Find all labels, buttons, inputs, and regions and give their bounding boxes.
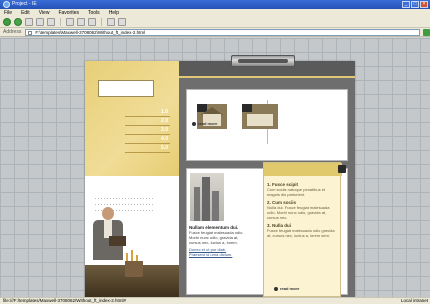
stop-icon[interactable]: [25, 18, 33, 26]
person-head: [102, 207, 114, 220]
website-template: 1.0 2.0 3.0 4.0 5.0 read more Nullam ele…: [85, 55, 355, 297]
article-link-2[interactable]: Praesent id urna dictum.: [189, 252, 245, 257]
back-icon[interactable]: [3, 18, 11, 26]
search-icon[interactable]: [66, 18, 74, 26]
toolbar-separator: [60, 18, 61, 26]
note-item-2: 2. Cum sociis Nulla dui. Fusce feugiat m…: [267, 200, 330, 220]
refresh-icon[interactable]: [36, 18, 44, 26]
page-viewport[interactable]: 1.0 2.0 3.0 4.0 5.0 read more Nullam ele…: [0, 38, 430, 297]
menu-tools[interactable]: Tools: [88, 9, 100, 17]
businessman-photo: [85, 205, 179, 297]
main-nav: 1.0 2.0 3.0 4.0 5.0: [125, 108, 170, 153]
article: Nullam elementum dui. Fusce feugiat male…: [189, 225, 245, 257]
read-more-link-2[interactable]: read more: [274, 286, 299, 291]
menu-file[interactable]: File: [4, 9, 12, 17]
maximize-button[interactable]: □: [411, 1, 419, 8]
article-body: Fusce feugiat malesuada odio. Morbi nunc…: [189, 230, 244, 245]
skyscraper-photo: [190, 173, 224, 221]
note-body: 1. Fusce scipit Cum sociis natoque penat…: [267, 182, 339, 241]
status-text: file:///F:/templates/Maxwell-3708062/Wit…: [3, 298, 127, 303]
history-icon[interactable]: [88, 18, 96, 26]
minimize-button[interactable]: _: [402, 1, 410, 8]
ie-icon: [3, 1, 10, 8]
nav-item-2[interactable]: 2.0: [125, 117, 170, 126]
menu-favorites[interactable]: Favorites: [58, 9, 79, 17]
read-more-link-1[interactable]: read more: [192, 121, 217, 126]
status-bar: file:///F:/templates/Maxwell-3708062/Wit…: [0, 297, 430, 304]
address-bar: Address F:\templates\Maxwell-3708062\Wit…: [0, 28, 430, 37]
cup: [125, 261, 143, 277]
toolbar-separator: [101, 18, 102, 26]
left-header: 1.0 2.0 3.0 4.0 5.0: [85, 61, 179, 176]
menu-view[interactable]: View: [39, 9, 50, 17]
clipboard-clip: [231, 55, 295, 67]
header-stripe: [179, 76, 355, 78]
article-links: Donec et ut pur diab. Praesent id urna d…: [189, 247, 245, 257]
right-column: read more Nullam elementum dui. Fusce fe…: [179, 55, 355, 297]
note-item-3: 3. Nulla dui Fusce feugiat malesuada odi…: [267, 223, 335, 238]
sticky-note: 1. Fusce scipit Cum sociis natoque penat…: [263, 162, 346, 297]
read-more-label: read more: [280, 286, 300, 291]
address-label: Address: [3, 29, 22, 35]
go-button[interactable]: [423, 28, 430, 36]
book: [109, 236, 126, 246]
logo-box: [98, 80, 154, 97]
mail-icon[interactable]: [107, 18, 115, 26]
favorites-icon[interactable]: [77, 18, 85, 26]
note-item-1: 1. Fusce scipit Cum sociis natoque penat…: [267, 182, 326, 197]
arrow-icon: [274, 286, 278, 291]
zone-indicator: Local intranet: [400, 298, 428, 303]
menu-bar: File Edit View Favorites Tools Help: [0, 9, 430, 17]
menu-help[interactable]: Help: [109, 9, 119, 17]
binder-clip-icon: [338, 165, 346, 173]
home-icon[interactable]: [47, 18, 55, 26]
address-value: F:\templates\Maxwell-3708062\Without_ft_…: [35, 29, 146, 35]
browser-toolbar: [0, 17, 430, 28]
page-icon: [28, 30, 33, 35]
house-photo-2[interactable]: [242, 104, 278, 129]
nav-item-5[interactable]: 5.0: [125, 144, 170, 153]
left-column: 1.0 2.0 3.0 4.0 5.0: [85, 61, 179, 297]
arrow-icon: [192, 121, 196, 126]
address-input[interactable]: F:\templates\Maxwell-3708062\Without_ft_…: [25, 28, 421, 36]
nav-item-3[interactable]: 3.0: [125, 126, 170, 135]
nav-item-1[interactable]: 1.0: [125, 108, 170, 117]
window-title: Project - IE: [12, 1, 37, 7]
menu-edit[interactable]: Edit: [21, 9, 30, 17]
forward-icon[interactable]: [14, 18, 22, 26]
close-button[interactable]: ×: [420, 1, 428, 8]
note-header: [264, 163, 342, 176]
read-more-label: read more: [198, 121, 218, 126]
nav-item-4[interactable]: 4.0: [125, 135, 170, 144]
print-icon[interactable]: [118, 18, 126, 26]
window-titlebar: Project - IE _ □ ×: [0, 0, 430, 9]
